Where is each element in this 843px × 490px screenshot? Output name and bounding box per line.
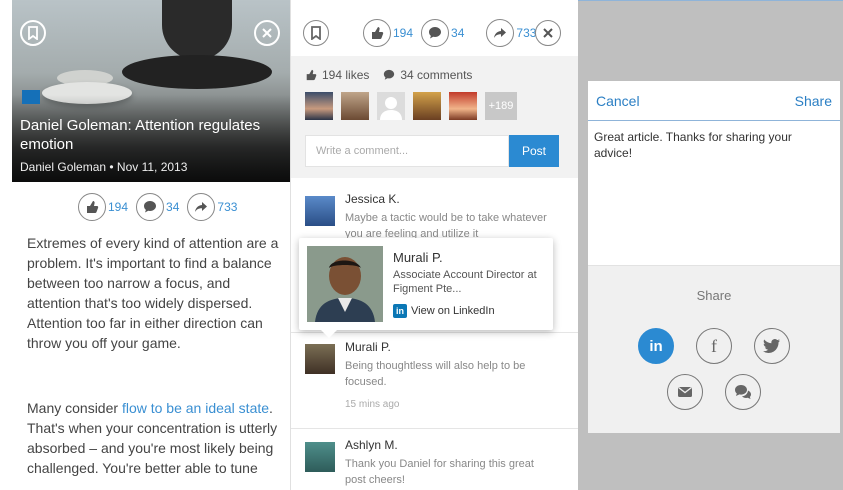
profile-photo [307, 246, 383, 322]
avatar[interactable] [305, 92, 333, 120]
comments-toolbar: 194 34 733 [291, 0, 578, 56]
commenter-name[interactable]: Murali P. [345, 340, 391, 354]
hero-figure-torso [162, 0, 232, 60]
list-item[interactable]: Jessica K. Maybe a tactic would be to ta… [305, 192, 565, 242]
article-inline-link[interactable]: flow to be an ideal state [122, 400, 269, 416]
avatar[interactable] [305, 344, 335, 374]
envelope-icon [678, 386, 692, 397]
comment-count: 34 [451, 26, 465, 40]
twitter-bird-icon [763, 339, 780, 353]
comment-text: Being thoughtless will also help to be f… [345, 360, 526, 388]
avatar[interactable] [341, 92, 369, 120]
bookmark-icon [311, 26, 321, 40]
comments-label[interactable]: 34 comments [400, 68, 472, 82]
close-button[interactable] [535, 20, 561, 46]
share-linkedin-button[interactable]: in [638, 328, 674, 364]
share-sheet: Cancel Share Great article. Thanks for s… [588, 81, 840, 433]
article-title: Daniel Goleman: Attention regulates emot… [20, 117, 261, 153]
commenter-name[interactable]: Jessica K. [345, 192, 400, 206]
profile-popup[interactable]: Murali P. Associate Account Director at … [299, 238, 553, 338]
article-hero-image[interactable]: Daniel Goleman: Attention regulates emot… [12, 0, 290, 182]
share-overlay: Cancel Share Great article. Thanks for s… [578, 0, 843, 490]
avatar[interactable] [413, 92, 441, 120]
article-paragraph: Many consider flow to be an ideal state.… [27, 398, 283, 478]
article-paragraph: Extremes of every kind of attention are … [27, 235, 279, 351]
share-targets: Share in f [588, 265, 840, 433]
view-on-linkedin-label: View on LinkedIn [411, 305, 495, 317]
list-item[interactable]: Ashlyn M. Thank you Daniel for sharing t… [305, 438, 565, 488]
thumbs-up-icon [87, 201, 99, 213]
divider [291, 428, 578, 429]
comments-stats: 194 34 733 [363, 19, 544, 47]
more-likers-count[interactable]: +189 [485, 92, 517, 120]
avatar[interactable] [377, 92, 405, 120]
article-stats: 194 34 733 [78, 193, 245, 221]
commenter-name[interactable]: Ashlyn M. [345, 438, 398, 452]
share-stat[interactable]: 733 [486, 19, 536, 47]
article-panel: Daniel Goleman: Attention regulates emot… [12, 0, 290, 490]
share-twitter-button[interactable] [754, 328, 790, 364]
popup-pointer [321, 330, 337, 338]
avatar[interactable] [305, 196, 335, 226]
bookmark-button[interactable] [303, 20, 329, 46]
hero-figure-legs [122, 55, 272, 89]
linkedin-icon: in [393, 304, 407, 318]
share-arrow-icon [195, 202, 208, 212]
paragraph-text: Many consider [27, 400, 122, 416]
bookmark-icon [28, 26, 38, 40]
comment-stat[interactable]: 34 [421, 19, 464, 47]
like-stat[interactable]: 194 [78, 193, 128, 221]
share-count: 733 [217, 200, 238, 214]
cancel-button[interactable]: Cancel [596, 93, 640, 109]
post-button[interactable]: Post [509, 135, 559, 167]
view-on-linkedin-link[interactable]: in View on LinkedIn [393, 304, 495, 318]
comment-count: 34 [166, 200, 180, 214]
thumbs-up-icon [372, 27, 384, 39]
profile-name: Murali P. [393, 250, 443, 265]
article-meta: Daniel Goleman • Nov 11, 2013 [20, 160, 188, 174]
avatar[interactable] [449, 92, 477, 120]
comments-panel: 194 34 733 194 likes 34 comments +189 Wr… [290, 0, 578, 490]
likes-label[interactable]: 194 likes [322, 68, 369, 82]
like-count: 194 [108, 200, 129, 214]
avatar[interactable] [305, 442, 335, 472]
likes-summary: 194 likes 34 comments [305, 68, 472, 82]
comment-input[interactable]: Write a comment... [305, 135, 509, 167]
comment-text: Thank you Daniel for sharing this great … [345, 458, 534, 486]
comment-timestamp: 15 mins ago [345, 399, 400, 410]
list-item[interactable]: Murali P. Being thoughtless will also he… [305, 340, 565, 410]
profile-title: Associate Account Director at Figment Pt… [393, 269, 537, 295]
close-icon [543, 28, 553, 38]
close-button[interactable] [254, 20, 280, 46]
share-message-input[interactable]: Great article. Thanks for sharing your a… [594, 129, 832, 161]
bookmark-button[interactable] [20, 20, 46, 46]
facebook-icon: f [711, 335, 717, 356]
share-count: 733 [516, 26, 537, 40]
default-person-icon [380, 97, 402, 120]
comment-stat[interactable]: 34 [136, 193, 179, 221]
share-email-button[interactable] [667, 374, 703, 410]
share-sheet-header: Cancel Share [588, 81, 840, 121]
comment-bubble-icon [429, 27, 442, 39]
close-icon [262, 28, 272, 38]
share-button[interactable]: Share [795, 93, 832, 109]
liker-avatars: +189 [305, 92, 517, 120]
comment-bubble-icon [384, 69, 395, 80]
share-facebook-button[interactable]: f [696, 328, 732, 364]
linkedin-icon: in [649, 337, 663, 355]
publisher-logo [22, 90, 40, 104]
share-message-button[interactable] [725, 374, 761, 410]
person-photo-icon [307, 246, 383, 322]
thumbs-up-icon [306, 69, 317, 81]
share-targets-label: Share [696, 288, 732, 303]
comment-bubble-icon [144, 201, 157, 213]
share-stat[interactable]: 733 [187, 193, 237, 221]
like-stat[interactable]: 194 [363, 19, 413, 47]
chat-bubbles-icon [735, 385, 751, 399]
like-count: 194 [393, 26, 414, 40]
share-arrow-icon [494, 28, 507, 38]
